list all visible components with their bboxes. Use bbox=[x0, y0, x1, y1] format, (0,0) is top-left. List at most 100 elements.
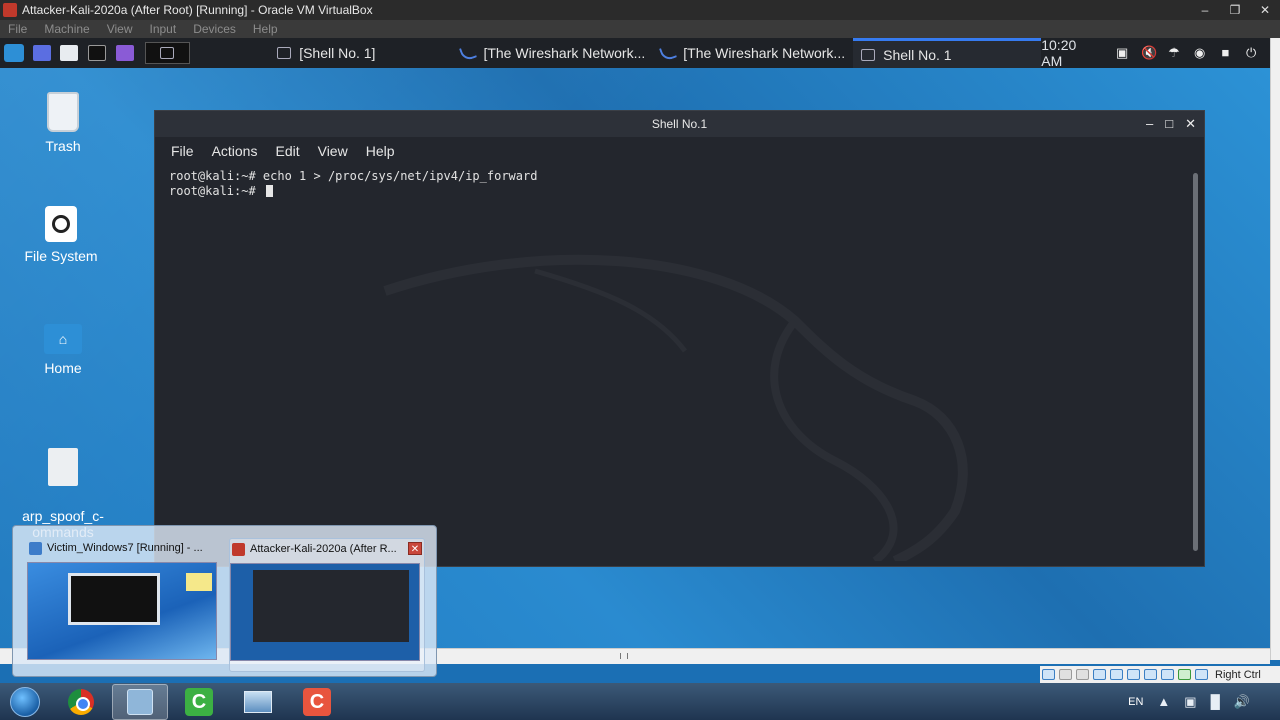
display-icon[interactable] bbox=[1144, 669, 1157, 680]
vbox-menu-help[interactable]: Help bbox=[253, 22, 278, 36]
terminal-window: Shell No.1 – □ ✕ File Actions Edit View … bbox=[154, 110, 1205, 567]
volume-icon[interactable]: 🔊 bbox=[1234, 694, 1250, 710]
terminal-icon bbox=[87, 45, 106, 61]
mouse-integration-icon[interactable] bbox=[1195, 669, 1208, 680]
cpu-icon[interactable] bbox=[1178, 669, 1191, 680]
terminal-prompt-line: root@kali:~# bbox=[169, 184, 1184, 199]
power-status-icon[interactable]: ◉ bbox=[1193, 46, 1207, 60]
task-label: Shell No. 1 bbox=[883, 46, 952, 63]
start-button[interactable] bbox=[0, 683, 50, 720]
launcher-browser[interactable] bbox=[111, 38, 139, 68]
terminal-window-controls: – □ ✕ bbox=[1146, 111, 1196, 137]
terminal-close-button[interactable]: ✕ bbox=[1185, 111, 1196, 137]
trash-icon bbox=[47, 92, 79, 132]
vbox-menu-input[interactable]: Input bbox=[150, 22, 177, 36]
browser-icon bbox=[115, 45, 134, 61]
taskbar-camtasia-recorder[interactable]: C bbox=[171, 684, 227, 720]
virtualbox-icon bbox=[232, 542, 245, 556]
taskbar-shell-1-active[interactable]: Shell No. 1 bbox=[853, 38, 1042, 68]
thumbnail-sticky-note bbox=[186, 573, 212, 591]
taskbar-virtualbox[interactable] bbox=[112, 683, 168, 720]
window-icon bbox=[244, 690, 272, 713]
close-button[interactable]: ✕ bbox=[1250, 3, 1280, 17]
launcher-workspace[interactable] bbox=[144, 42, 191, 64]
hdd-icon[interactable] bbox=[1042, 669, 1055, 680]
taskbar-wireshark-2[interactable]: [The Wireshark Network... bbox=[653, 38, 853, 68]
workspace-icon bbox=[160, 47, 175, 59]
language-indicator[interactable]: EN bbox=[1128, 696, 1143, 708]
task-label: [The Wireshark Network... bbox=[683, 45, 846, 61]
terminal-menu-view[interactable]: View bbox=[318, 143, 348, 159]
chrome-icon bbox=[68, 688, 94, 715]
preview-thumbnail bbox=[27, 562, 217, 660]
terminal-menu-help[interactable]: Help bbox=[366, 143, 395, 159]
vbox-statusbar: Right Ctrl bbox=[1040, 666, 1280, 683]
scrollbar-grip[interactable] bbox=[620, 653, 628, 659]
recording-icon[interactable] bbox=[1161, 669, 1174, 680]
display-icon[interactable]: ▣ bbox=[1115, 46, 1129, 60]
preview-close-button[interactable]: ✕ bbox=[408, 542, 422, 555]
mute-icon[interactable]: 🔇 bbox=[1141, 46, 1157, 60]
terminal-titlebar[interactable]: Shell No.1 – □ ✕ bbox=[155, 111, 1204, 137]
launcher-show-desktop[interactable] bbox=[28, 38, 56, 68]
lock-icon[interactable]: ■ bbox=[1219, 46, 1233, 60]
task-label: [Shell No. 1] bbox=[299, 45, 376, 61]
vbox-vertical-scrollbar[interactable] bbox=[1270, 38, 1280, 660]
taskbar-thumbnail-preview: Victim_Windows7 [Running] - ... Attacker… bbox=[12, 525, 437, 677]
terminal-minimize-button[interactable]: – bbox=[1146, 111, 1153, 137]
taskbar-camtasia[interactable]: C bbox=[289, 684, 345, 720]
minimize-button[interactable]: – bbox=[1190, 3, 1220, 17]
signal-icon[interactable]: █ bbox=[1211, 694, 1220, 709]
usb-icon[interactable] bbox=[1110, 669, 1123, 680]
desktop-icon-home[interactable]: ⌂ Home bbox=[8, 324, 118, 376]
network-icon[interactable] bbox=[1093, 669, 1106, 680]
host-key-label: Right Ctrl bbox=[1215, 668, 1261, 681]
audio-icon[interactable] bbox=[1076, 669, 1089, 680]
task-label: [The Wireshark Network... bbox=[483, 45, 646, 61]
system-tray: EN ▲ ▣ █ 🔊 bbox=[1128, 694, 1280, 710]
taskbar-wireshark-1[interactable]: [The Wireshark Network... bbox=[453, 38, 653, 68]
vbox-titlebar: Attacker-Kali-2020a (After Root) [Runnin… bbox=[0, 0, 1280, 20]
terminal-maximize-button[interactable]: □ bbox=[1165, 111, 1173, 137]
kali-menu-button[interactable] bbox=[0, 38, 28, 68]
notification-bell-icon[interactable]: ☂ bbox=[1167, 46, 1181, 60]
preview-attacker-kali[interactable]: Attacker-Kali-2020a (After R... ✕ bbox=[229, 538, 425, 672]
power-icon[interactable]: ⏻ bbox=[1244, 46, 1258, 60]
preview-title-row: Attacker-Kali-2020a (After R... bbox=[230, 539, 424, 559]
preview-victim-windows7[interactable]: Victim_Windows7 [Running] - ... bbox=[27, 538, 223, 672]
virtualbox-icon bbox=[29, 541, 42, 555]
vbox-menu-devices[interactable]: Devices bbox=[193, 22, 236, 36]
taskbar-shell-1[interactable]: [Shell No. 1] bbox=[269, 38, 383, 68]
terminal-output[interactable]: root@kali:~# echo 1 > /proc/sys/net/ipv4… bbox=[169, 169, 1184, 556]
wireshark-icon bbox=[659, 44, 678, 62]
vbox-menu-machine[interactable]: Machine bbox=[44, 22, 89, 36]
panel-clock[interactable]: 10:20 AM bbox=[1041, 37, 1099, 69]
network-tray-icon[interactable]: ▣ bbox=[1184, 694, 1196, 710]
terminal-menu-edit[interactable]: Edit bbox=[275, 143, 299, 159]
terminal-menu-file[interactable]: File bbox=[171, 143, 194, 159]
thumbnail-terminal bbox=[253, 570, 409, 642]
show-hidden-icons[interactable]: ▲ bbox=[1157, 694, 1170, 709]
terminal-title: Shell No.1 bbox=[651, 117, 708, 131]
preview-title: Victim_Windows7 [Running] - ... bbox=[47, 542, 203, 554]
desktop-icon-filesystem[interactable]: File System bbox=[6, 206, 116, 264]
vbox-menu-file[interactable]: File bbox=[8, 22, 27, 36]
preview-title: Attacker-Kali-2020a (After R... bbox=[250, 543, 397, 555]
desktop-icon-label: Home bbox=[44, 360, 82, 376]
maximize-button[interactable]: ❐ bbox=[1220, 3, 1250, 17]
terminal-scrollbar[interactable] bbox=[1193, 173, 1198, 551]
wireshark-icon bbox=[459, 44, 478, 62]
taskbar-chrome[interactable] bbox=[53, 684, 109, 720]
terminal-icon bbox=[861, 48, 876, 61]
optical-drive-icon[interactable] bbox=[1059, 669, 1072, 680]
taskbar-window[interactable] bbox=[230, 684, 286, 720]
shared-folders-icon[interactable] bbox=[1127, 669, 1140, 680]
launcher-terminal[interactable] bbox=[83, 38, 111, 68]
launcher-file-manager[interactable] bbox=[55, 38, 83, 68]
terminal-menu-actions[interactable]: Actions bbox=[212, 143, 258, 159]
preview-title-row: Victim_Windows7 [Running] - ... bbox=[27, 538, 223, 558]
vbox-menu-view[interactable]: View bbox=[107, 22, 133, 36]
desktop-icon-label: Trash bbox=[45, 138, 81, 154]
desktop-icon-trash[interactable]: Trash bbox=[8, 92, 118, 154]
camtasia-icon: C bbox=[185, 687, 213, 716]
